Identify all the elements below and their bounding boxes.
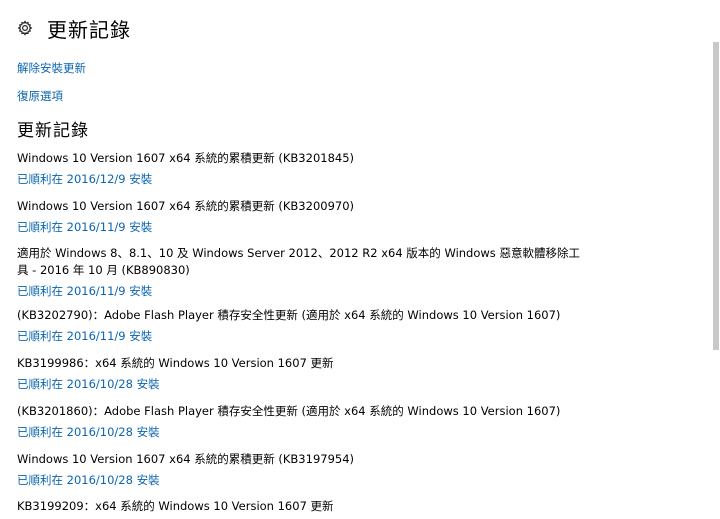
update-status-link[interactable]: 已順利在 2016/10/28 安裝	[17, 472, 587, 489]
update-title: Windows 10 Version 1607 x64 系統的累積更新 (KB3…	[17, 199, 355, 213]
recovery-options-link[interactable]: 復原選項	[17, 88, 63, 104]
update-title: KB3199986：x64 系統的 Windows 10 Version 160…	[17, 356, 334, 370]
list-item: Windows 10 Version 1607 x64 系統的累積更新 (KB3…	[17, 451, 587, 498]
list-item: (KB3202790)：Adobe Flash Player 積存安全性更新 (…	[17, 307, 587, 355]
update-history-window: 更新記錄 解除安裝更新 復原選項 更新記錄 Windows 10 Version…	[0, 0, 720, 519]
update-status-link[interactable]: 已順利在 2016/10/28 安裝	[17, 424, 587, 441]
update-status-link[interactable]: 已順利在 2016/11/9 安裝	[17, 219, 587, 236]
update-list: Windows 10 Version 1607 x64 系統的累積更新 (KB3…	[17, 150, 587, 518]
update-title: KB3199209：x64 系統的 Windows 10 Version 160…	[17, 499, 334, 513]
page-header: 更新記錄	[16, 14, 131, 42]
update-title: Windows 10 Version 1607 x64 系統的累積更新 (KB3…	[17, 151, 355, 165]
scrollbar-thumb[interactable]	[713, 42, 719, 350]
uninstall-updates-link[interactable]: 解除安裝更新	[17, 60, 86, 76]
list-item: (KB3201860)：Adobe Flash Player 積存安全性更新 (…	[17, 403, 587, 451]
list-item: KB3199209：x64 系統的 Windows 10 Version 160…	[17, 498, 587, 518]
page-title: 更新記錄	[47, 17, 131, 42]
update-status-link[interactable]: 已順利在 2016/10/28 安裝	[17, 376, 587, 393]
list-item: 適用於 Windows 8、8.1、10 及 Windows Server 20…	[17, 245, 587, 307]
list-item: Windows 10 Version 1607 x64 系統的累積更新 (KB3…	[17, 150, 587, 198]
update-title: Windows 10 Version 1607 x64 系統的累積更新 (KB3…	[17, 452, 355, 466]
update-title: 適用於 Windows 8、8.1、10 及 Windows Server 20…	[17, 246, 580, 277]
list-item: Windows 10 Version 1607 x64 系統的累積更新 (KB3…	[17, 198, 587, 245]
section-title: 更新記錄	[17, 121, 89, 141]
gear-icon	[16, 19, 34, 37]
update-status-link[interactable]: 已順利在 2016/11/9 安裝	[17, 283, 587, 300]
update-status-link[interactable]: 已順利在 2016/11/9 安裝	[17, 328, 587, 345]
list-item: KB3199986：x64 系統的 Windows 10 Version 160…	[17, 355, 587, 403]
update-title: (KB3201860)：Adobe Flash Player 積存安全性更新 (…	[17, 404, 561, 418]
update-status-link[interactable]: 已順利在 2016/12/9 安裝	[17, 171, 587, 188]
update-title: (KB3202790)：Adobe Flash Player 積存安全性更新 (…	[17, 308, 561, 322]
